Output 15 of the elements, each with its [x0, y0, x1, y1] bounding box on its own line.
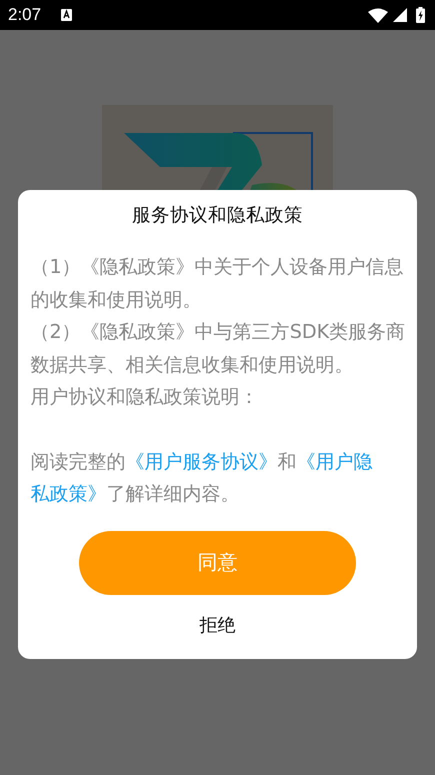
policy-link[interactable]: 《用户隐	[296, 450, 372, 472]
policy-paragraph: （2）《隐私政策》中与第三方SDK类服务商数据共享、相关信息收集和使用说明。	[30, 319, 406, 378]
battery-charging-icon	[416, 7, 425, 23]
status-time: 2:07	[8, 5, 42, 25]
signal-icon	[393, 8, 407, 22]
policy-link[interactable]: 私政策》	[30, 482, 106, 505]
decline-button[interactable]: 拒绝	[194, 610, 242, 638]
keyboard-status-icon	[61, 9, 72, 21]
notice-paragraph: 阅读完整的《用户服务协议》和《用户隐 私政策》了解详细内容。	[30, 448, 374, 507]
dialog-title: 服务协议和隐私政策	[132, 204, 303, 228]
policy-paragraph: （1）《隐私政策》中关于个人设备用户信息的收集和使用说明。	[30, 254, 405, 312]
wifi-icon	[368, 8, 388, 22]
agree-button[interactable]: 同意	[79, 530, 356, 594]
policy-paragraph: 用户协议和隐私政策说明：	[30, 384, 260, 410]
policy-link[interactable]: 《用户服务协议》	[126, 450, 278, 472]
